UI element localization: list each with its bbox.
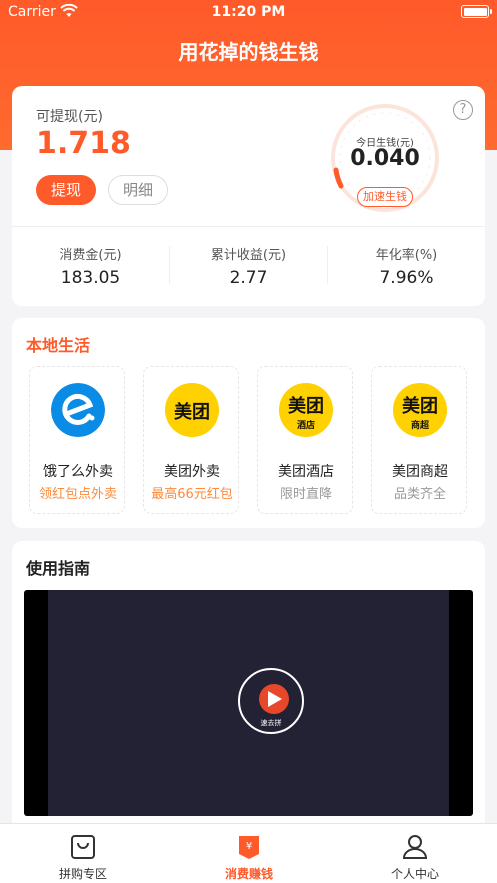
local-life-card: 本地生活 饿了么外卖 领红包点外卖 美团 美团外卖 最高66元红包 美团 酒店 … xyxy=(12,318,485,528)
stat-label: 累计收益(元) xyxy=(210,248,287,263)
service-meituan-supermarket[interactable]: 美团 商超 美团商超 品类齐全 xyxy=(371,366,467,514)
person-icon xyxy=(402,835,428,859)
stat-label: 消费金(元) xyxy=(59,248,122,263)
yuan-tag-icon: ¥ xyxy=(239,836,259,859)
logo-text: 美团 xyxy=(174,402,210,423)
stat-annual-rate: 年化率(%) 7.96% xyxy=(328,244,485,288)
service-desc: 品类齐全 xyxy=(393,487,446,502)
stat-consumption: 消费金(元) 183.05 xyxy=(12,244,169,288)
withdrawable-label: 可提现(元) xyxy=(36,109,103,125)
withdrawable-value: 1.718 xyxy=(36,126,131,161)
help-icon[interactable]: ? xyxy=(453,100,473,120)
service-meituan-hotel[interactable]: 美团 酒店 美团酒店 限时直降 xyxy=(257,366,353,514)
tab-profile[interactable]: 个人中心 xyxy=(332,824,497,883)
service-desc: 最高66元红包 xyxy=(151,487,233,502)
service-desc: 领红包点外卖 xyxy=(38,487,117,502)
stat-label: 年化率(%) xyxy=(375,248,438,263)
section-title: 使用指南 xyxy=(26,559,91,578)
meituan-logo-icon: 美团 xyxy=(165,383,219,437)
guide-card: 使用指南 速去拼 xyxy=(12,541,485,831)
bag-icon xyxy=(71,835,95,859)
logo-subtext: 酒店 xyxy=(296,421,315,431)
logo-subtext: 商超 xyxy=(410,421,429,431)
logo-text: 美团 xyxy=(402,396,438,417)
svg-text:¥: ¥ xyxy=(246,841,252,852)
withdraw-button[interactable]: 提现 xyxy=(36,175,96,205)
meituan-hotel-logo-icon: 美团 酒店 xyxy=(279,383,333,437)
service-name: 美团酒店 xyxy=(278,464,334,480)
stat-value: 2.77 xyxy=(229,268,268,288)
wallet-card: ? 可提现(元) 1.718 提现 明细 今日生钱(元) 0.040 加速生钱 … xyxy=(12,86,485,306)
service-eleme[interactable]: 饿了么外卖 领红包点外卖 xyxy=(29,366,125,514)
status-time: 11:20 PM xyxy=(211,4,286,20)
divider xyxy=(12,226,485,227)
tab-earn[interactable]: ¥ 消费赚钱 xyxy=(166,824,332,883)
stat-total-earnings: 累计收益(元) 2.77 xyxy=(170,244,327,288)
service-name: 美团外卖 xyxy=(164,464,220,480)
speed-up-button[interactable]: 加速生钱 xyxy=(357,187,413,207)
tab-bar: 拼购专区 ¥ 消费赚钱 个人中心 xyxy=(0,823,497,883)
today-earnings-value: 0.040 xyxy=(350,146,420,171)
service-meituan-delivery[interactable]: 美团 美团外卖 最高66元红包 xyxy=(143,366,239,514)
play-button[interactable]: 速去拼 xyxy=(238,668,304,734)
eleme-logo-icon xyxy=(51,383,105,437)
video-frame: 速去拼 xyxy=(48,590,449,816)
stat-value: 183.05 xyxy=(60,268,121,288)
stat-value: 7.96% xyxy=(379,268,434,288)
guide-video[interactable]: 速去拼 xyxy=(24,590,473,816)
page-title: 用花掉的钱生钱 xyxy=(178,40,319,64)
section-title: 本地生活 xyxy=(26,336,91,355)
tab-group-buy[interactable]: 拼购专区 xyxy=(0,824,166,883)
service-name: 饿了么外卖 xyxy=(43,464,113,480)
tab-label: 个人中心 xyxy=(390,867,439,881)
meituan-market-logo-icon: 美团 商超 xyxy=(393,383,447,437)
service-name: 美团商超 xyxy=(392,464,448,480)
tab-label: 消费赚钱 xyxy=(224,867,273,881)
video-label: 速去拼 xyxy=(260,719,282,727)
detail-button[interactable]: 明细 xyxy=(108,175,168,205)
status-bar: Carrier 11:20 PM xyxy=(0,0,497,26)
battery-icon xyxy=(461,5,492,18)
service-desc: 限时直降 xyxy=(279,487,332,502)
tab-label: 拼购专区 xyxy=(58,867,107,881)
logo-text: 美团 xyxy=(288,396,324,417)
play-icon xyxy=(259,684,289,714)
